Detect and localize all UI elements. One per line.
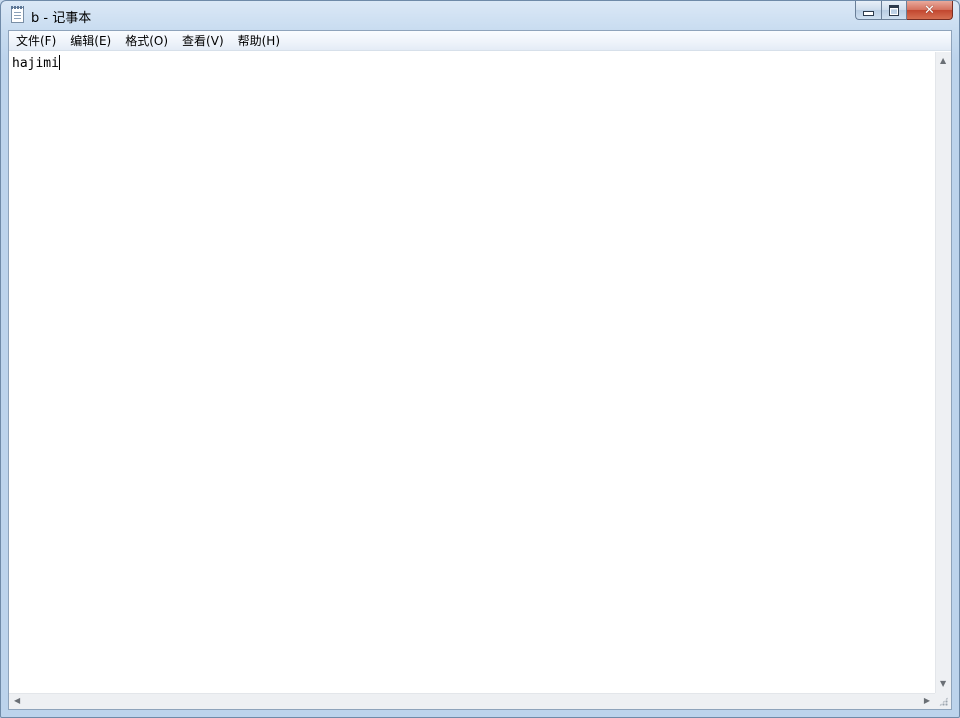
close-icon: ✕ (924, 2, 935, 18)
close-button[interactable]: ✕ (907, 1, 953, 20)
maximize-button[interactable] (881, 1, 907, 20)
scroll-down-icon[interactable]: ▼ (940, 680, 946, 688)
menu-bar: 文件(F) 编辑(E) 格式(O) 查看(V) 帮助(H) (9, 31, 951, 51)
client-area: 文件(F) 编辑(E) 格式(O) 查看(V) 帮助(H) hajimi ▲ ▼… (8, 30, 952, 710)
size-grip[interactable] (935, 693, 951, 709)
caption-buttons: ✕ (855, 1, 953, 21)
minimize-button[interactable] (855, 1, 881, 20)
vertical-scrollbar[interactable]: ▲ ▼ (935, 52, 951, 693)
maximize-icon (889, 4, 899, 16)
horizontal-scrollbar[interactable]: ◀ ▶ (9, 693, 935, 709)
notepad-icon[interactable] (11, 6, 24, 23)
notepad-window: b - 记事本 ✕ 文件(F) 编辑(E) 格式(O) 查看(V) 帮助(H) … (0, 0, 960, 718)
menu-view[interactable]: 查看(V) (175, 31, 231, 51)
menu-file[interactable]: 文件(F) (9, 31, 63, 51)
size-grip-icon (939, 697, 948, 706)
scroll-right-icon[interactable]: ▶ (924, 697, 930, 705)
editor-content: hajimi (12, 56, 59, 71)
minimize-icon (863, 10, 874, 16)
menu-format[interactable]: 格式(O) (118, 31, 175, 51)
window-title: b - 记事本 (31, 11, 92, 26)
menu-help[interactable]: 帮助(H) (231, 31, 287, 51)
scroll-up-icon[interactable]: ▲ (940, 57, 946, 65)
text-editor[interactable]: hajimi (9, 52, 935, 693)
menu-edit[interactable]: 编辑(E) (63, 31, 118, 51)
text-caret (58, 55, 60, 70)
scroll-left-icon[interactable]: ◀ (14, 697, 20, 705)
editor-content-line[interactable]: hajimi (12, 55, 60, 71)
title-bar[interactable]: b - 记事本 ✕ (1, 1, 959, 29)
